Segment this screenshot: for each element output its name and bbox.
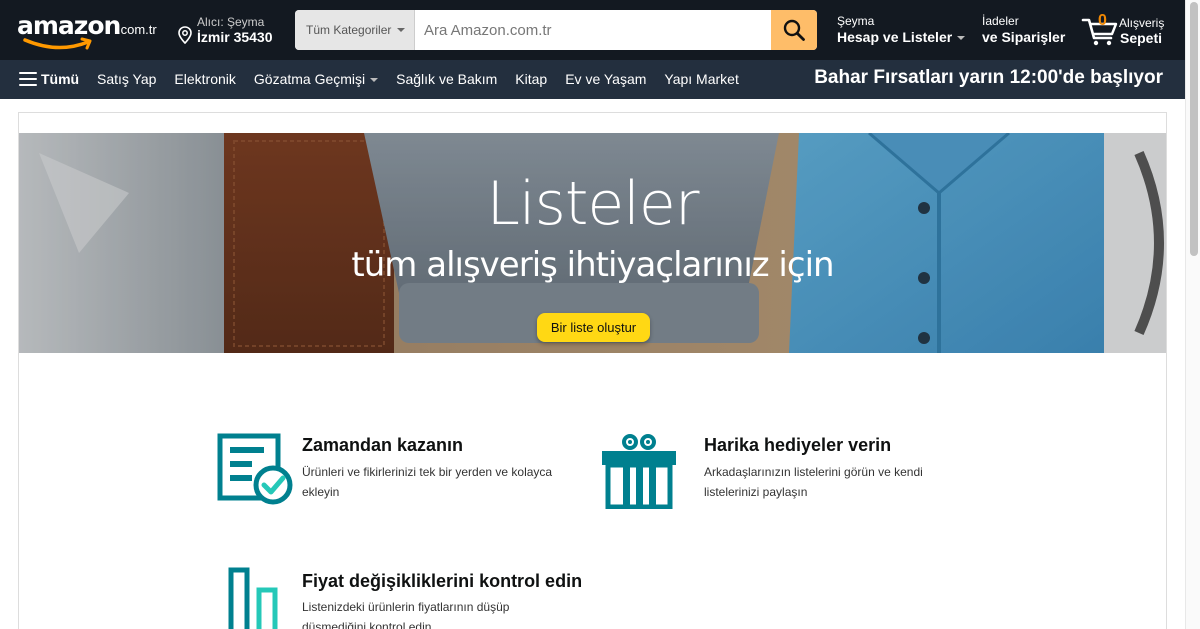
nav-link-home[interactable]: Ev ve Yaşam [565, 71, 646, 87]
feature-title: Harika hediyeler verin [704, 435, 892, 455]
caret-down-icon [370, 78, 379, 83]
caret-down-icon [397, 28, 405, 32]
feature-title: Zamandan kazanın [302, 435, 464, 455]
feature-save-time: Zamandan kazanın Ürünleri ve fikirlerini… [217, 433, 577, 513]
cart-button[interactable]: 0 Alışveriş Sepeti [1081, 10, 1171, 50]
returns-and-orders[interactable]: İadeler ve Siparişler [982, 14, 1065, 46]
list-check-icon [217, 433, 293, 505]
feature-title: Fiyat değişikliklerini kontrol edin [302, 571, 583, 591]
location-pin-icon [178, 26, 192, 44]
cart-label-line1: Alışveriş [1119, 16, 1165, 30]
scrollbar-thumb[interactable] [1190, 2, 1198, 256]
logo-domain: .com.tr [117, 22, 157, 37]
gift-icon [602, 434, 676, 509]
feature-great-gifts: Harika hediyeler verin Arkadaşlarınızın … [601, 433, 961, 513]
smile-arrow-icon [23, 37, 92, 50]
nav-link-electronics[interactable]: Elektronik [174, 71, 235, 87]
nav-link-health[interactable]: Sağlık ve Bakım [396, 71, 497, 87]
sub-navbar: Tümü Satış Yap Elektronik Gözatma Geçmiş… [0, 60, 1200, 99]
search-category-label: Tüm Kategoriler [306, 23, 392, 37]
promo-banner-text[interactable]: Bahar Fırsatları yarın 12:00'de başlıyor [814, 67, 1163, 89]
create-list-button[interactable]: Bir liste oluştur [537, 313, 650, 342]
browsing-history-label: Gözatma Geçmişi [253, 71, 366, 87]
hero-title: Listeler [486, 169, 699, 239]
page-scrollbar[interactable] [1185, 0, 1200, 629]
cart-label-line2: Sepeti [1120, 30, 1163, 46]
price-chart-icon [228, 567, 278, 629]
amazon-logo[interactable]: amazon .com.tr [16, 8, 164, 52]
all-menu-label: Tümü [41, 71, 80, 87]
search-bar: Tüm Kategoriler [295, 10, 817, 50]
orders-label: ve Siparişler [982, 29, 1066, 45]
lists-landing-panel: Listeler tüm alışveriş ihtiyaçlarınız iç… [18, 112, 1167, 629]
account-lists-label: Hesap ve Listeler [837, 29, 953, 45]
nav-links: Satış Yap Elektronik Gözatma Geçmişi Sağ… [97, 71, 757, 87]
account-and-lists[interactable]: Şeyma Hesap ve Listeler [837, 14, 966, 46]
feature-description: Arkadaşlarınızın listelerini görün ve ke… [704, 465, 923, 499]
search-category-dropdown[interactable]: Tüm Kategoriler [295, 10, 415, 50]
search-input[interactable] [415, 10, 771, 50]
nav-link-diy[interactable]: Yapı Market [664, 71, 738, 87]
feature-price-changes: Fiyat değişikliklerini kontrol edin List… [217, 567, 637, 629]
search-icon [783, 19, 805, 41]
hero-subtitle: tüm alışveriş ihtiyaçlarınız için [351, 245, 834, 285]
search-button[interactable] [771, 10, 817, 50]
nav-link-browsing-history[interactable]: Gözatma Geçmişi [253, 71, 379, 87]
hamburger-icon [19, 72, 37, 86]
deliver-label: Alıcı: Şeyma [197, 15, 265, 29]
returns-label: İadeler [982, 14, 1019, 28]
feature-description: Ürünleri ve fikirlerinizi tek bir yerden… [302, 465, 553, 499]
deliver-address: İzmir 35430 [197, 29, 273, 45]
nav-link-sell[interactable]: Satış Yap [97, 71, 156, 87]
hero-banner: Listeler tüm alışveriş ihtiyaçlarınız iç… [19, 133, 1166, 353]
caret-down-icon [957, 36, 966, 41]
all-menu-button[interactable]: Tümü [19, 71, 79, 87]
account-greeting: Şeyma [837, 14, 875, 28]
nav-link-books[interactable]: Kitap [515, 71, 547, 87]
feature-description: Listenizdeki ürünlerin fiyatlarının düşü… [302, 600, 510, 629]
cart-count: 0 [1098, 12, 1107, 29]
top-navbar: amazon .com.tr Alıcı: Şeyma İzmir 35430 … [0, 0, 1200, 60]
